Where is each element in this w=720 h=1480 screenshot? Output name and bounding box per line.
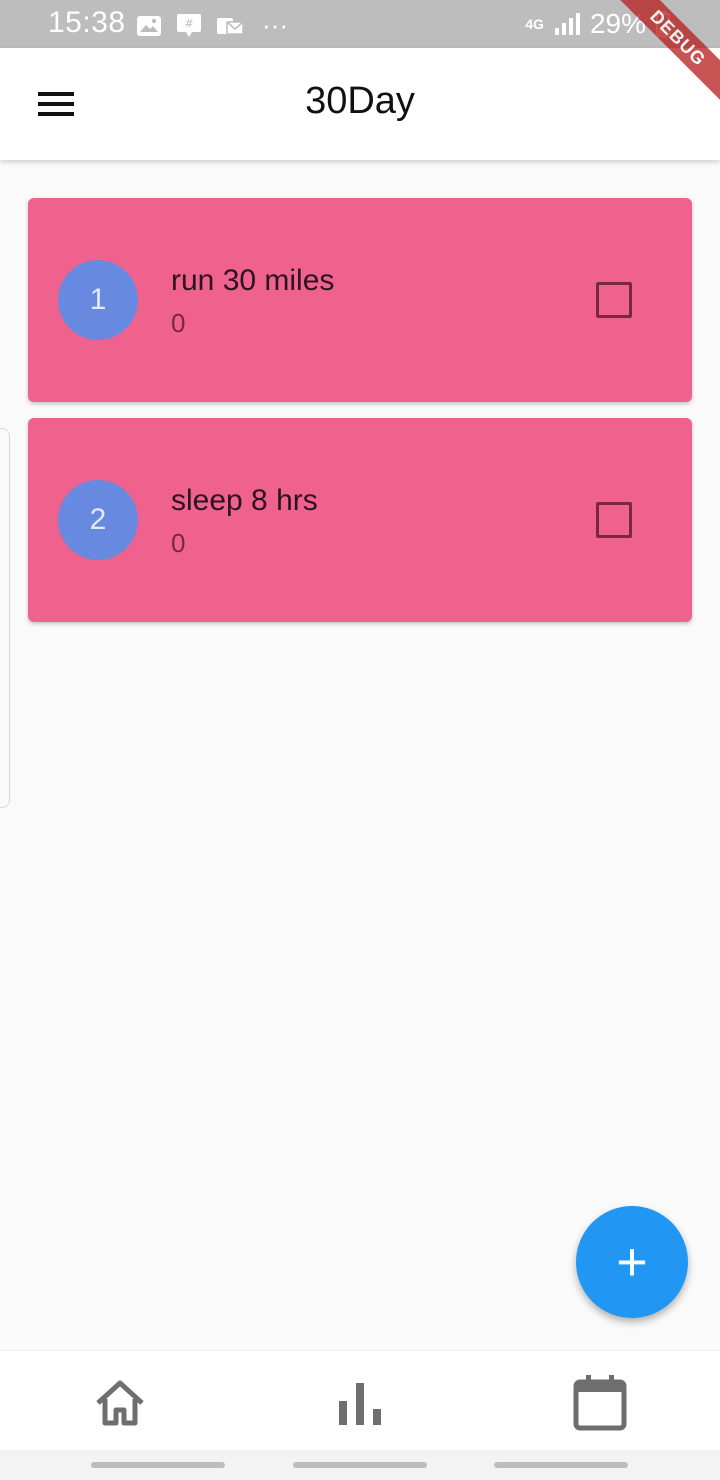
challenge-title: sleep 8 hrs bbox=[171, 484, 318, 517]
svg-text:#: # bbox=[184, 17, 193, 30]
chat-notification-icon: # bbox=[177, 13, 201, 37]
home-icon bbox=[96, 1380, 144, 1426]
app-bar: 30Day bbox=[0, 48, 720, 160]
challenge-number-avatar: 2 bbox=[58, 480, 138, 560]
challenge-title: run 30 miles bbox=[171, 264, 335, 297]
add-challenge-button[interactable]: + bbox=[576, 1206, 688, 1318]
nav-home-button[interactable] bbox=[88, 1373, 152, 1433]
drawer-edge-handle[interactable] bbox=[0, 428, 10, 808]
more-notifications-icon: ··· bbox=[262, 10, 288, 40]
signal-icon bbox=[554, 13, 580, 35]
nav-calendar-button[interactable] bbox=[568, 1373, 632, 1433]
bar-chart-icon bbox=[339, 1383, 381, 1425]
challenge-card[interactable]: 2 sleep 8 hrs 0 bbox=[28, 418, 692, 622]
status-time: 15:38 bbox=[48, 6, 126, 39]
challenge-checkbox[interactable] bbox=[596, 282, 632, 318]
challenge-count: 0 bbox=[171, 528, 186, 558]
system-gesture-bar bbox=[0, 1450, 720, 1480]
gesture-handle-center[interactable] bbox=[293, 1462, 427, 1468]
challenge-checkbox[interactable] bbox=[596, 502, 632, 538]
gallery-notification-icon bbox=[137, 15, 161, 36]
challenge-number-avatar: 1 bbox=[58, 260, 138, 340]
gesture-handle-right[interactable] bbox=[494, 1462, 628, 1468]
mail-notification-icon bbox=[217, 17, 244, 35]
notification-icons: # ··· bbox=[136, 10, 288, 41]
network-type-icon: 4G bbox=[525, 16, 544, 32]
gesture-handle-left[interactable] bbox=[91, 1462, 225, 1468]
nav-stats-button[interactable] bbox=[328, 1373, 392, 1433]
challenge-count: 0 bbox=[171, 308, 186, 338]
bottom-navigation bbox=[0, 1350, 720, 1450]
calendar-icon bbox=[573, 1375, 627, 1431]
add-icon: + bbox=[616, 1232, 648, 1292]
challenge-card[interactable]: 1 run 30 miles 0 bbox=[28, 198, 692, 402]
page-title: 30Day bbox=[305, 80, 415, 122]
status-bar: 15:38 # ··· 4G 29% bbox=[0, 0, 720, 48]
